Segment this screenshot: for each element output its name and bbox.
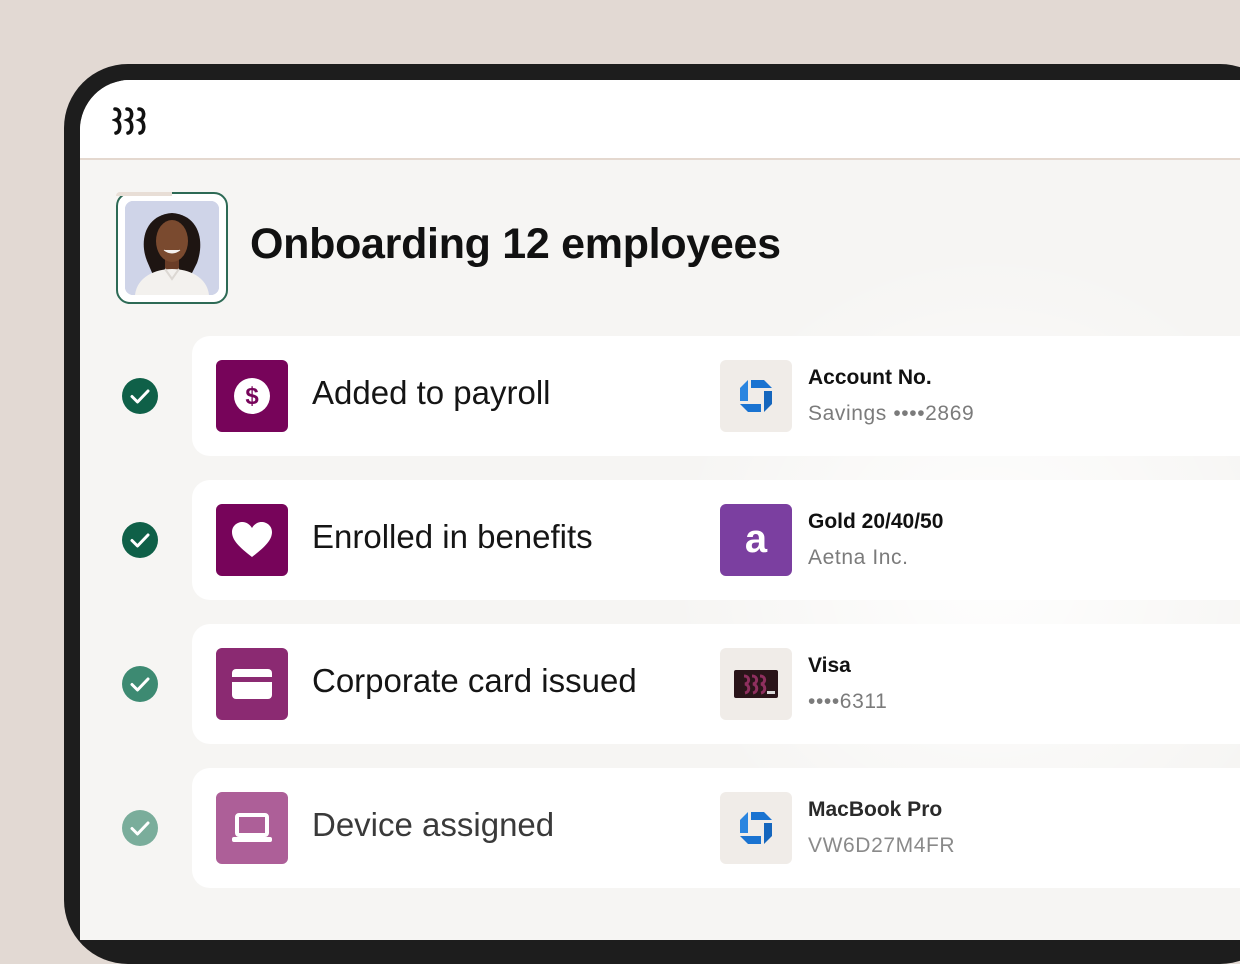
detail-title: MacBook Pro — [808, 798, 943, 821]
detail-subtitle: ••••6311 — [808, 690, 888, 713]
avatar — [125, 201, 219, 295]
detail-subtitle: Aetna Inc. — [808, 546, 909, 569]
task-card-corporate-card[interactable]: Corporate card issued Visa ••••6311 — [192, 624, 1240, 744]
task-card-payroll[interactable]: $ Added to payroll Account No. Savings •… — [192, 336, 1240, 456]
laptop-icon — [216, 792, 288, 864]
detail-subtitle: VW6D27M4FR — [808, 834, 956, 857]
completed-check-icon — [122, 378, 158, 414]
task-card-benefits[interactable]: Enrolled in benefits a Gold 20/40/50 Aet… — [192, 480, 1240, 600]
svg-text:$: $ — [245, 383, 259, 410]
credit-card-icon — [216, 648, 288, 720]
detail-title: Visa — [808, 654, 851, 677]
top-bar — [80, 80, 1240, 160]
chase-logo-icon — [720, 360, 792, 432]
page-title: Onboarding 12 employees — [250, 220, 781, 268]
rippling-logo-icon[interactable] — [112, 106, 150, 136]
heart-icon — [216, 504, 288, 576]
chase-logo-icon — [720, 792, 792, 864]
svg-text:a: a — [745, 520, 768, 560]
detail-title: Account No. — [808, 366, 932, 389]
aetna-logo-icon: a — [720, 504, 792, 576]
detail-subtitle: Savings ••••2869 — [808, 402, 975, 425]
task-card-device[interactable]: Device assigned MacBook Pro VW6D27M4FR — [192, 768, 1240, 888]
completed-check-icon — [122, 522, 158, 558]
completed-check-icon — [122, 666, 158, 702]
task-label: Corporate card issued — [312, 662, 637, 699]
visa-card-image — [720, 648, 792, 720]
task-label: Device assigned — [312, 806, 555, 843]
task-label: Added to payroll — [312, 374, 551, 411]
employee-avatar-frame[interactable] — [116, 192, 228, 304]
dollar-icon: $ — [216, 360, 288, 432]
detail-title: Gold 20/40/50 — [808, 510, 944, 533]
app-screen: Onboarding 12 employees $ Added to payro… — [80, 80, 1240, 940]
task-label: Enrolled in benefits — [312, 518, 593, 555]
completed-check-icon — [122, 810, 158, 846]
